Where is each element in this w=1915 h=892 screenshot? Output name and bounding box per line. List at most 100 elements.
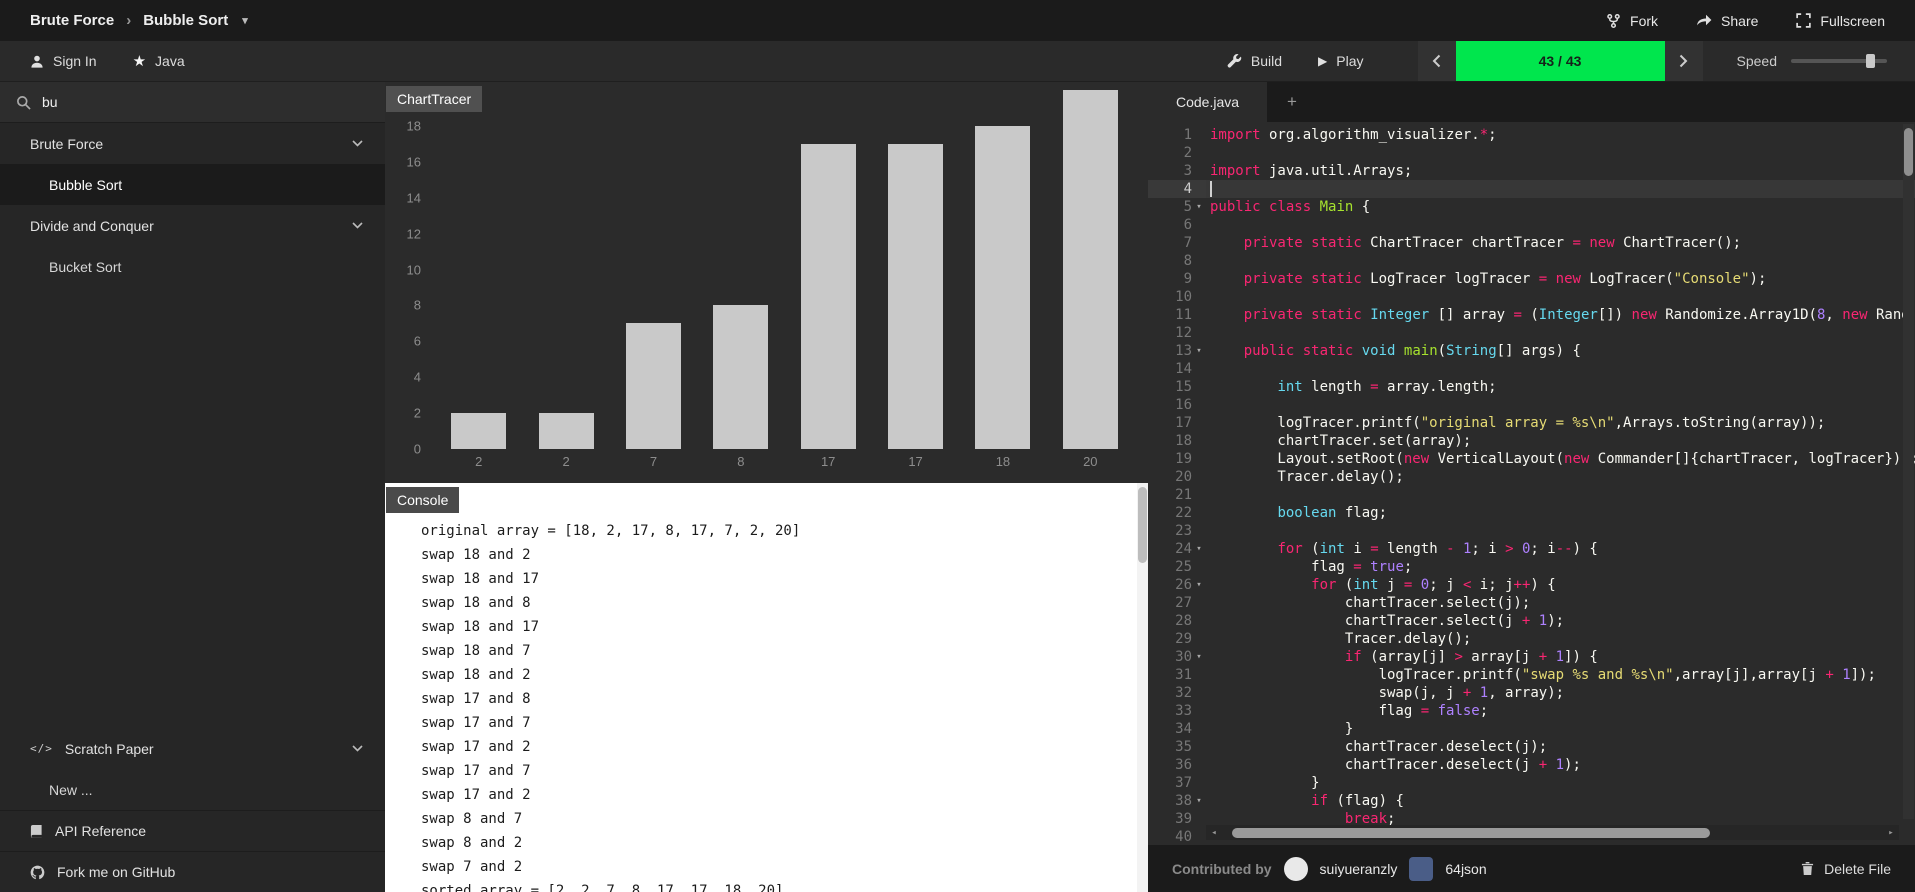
book-icon [30, 824, 43, 839]
play-icon: ▶ [1318, 54, 1328, 68]
angle-right-icon [1679, 54, 1688, 68]
breadcrumb-category[interactable]: Brute Force [30, 12, 114, 29]
chart-bar [1062, 90, 1118, 449]
chart-bar-column: 2 [538, 90, 594, 473]
code-horizontal-scrollbar-thumb[interactable] [1232, 827, 1710, 838]
code-line: flag = false; [1210, 703, 1489, 719]
code-line: private static LogTracer logTracer = new… [1243, 271, 1767, 287]
fold-caret-icon[interactable]: ▾ [1192, 576, 1206, 594]
contributor-name[interactable]: 64json [1445, 861, 1486, 877]
speed-slider-thumb[interactable] [1865, 54, 1875, 68]
code-line: int length = array.length; [1277, 379, 1497, 395]
console-scrollbar[interactable] [1137, 483, 1148, 892]
sidebar-item-bucket-sort[interactable]: Bucket Sort [0, 246, 385, 287]
play-label: Play [1336, 53, 1364, 69]
fold-caret-icon[interactable]: ▾ [1192, 792, 1206, 810]
contributor-avatar[interactable] [1283, 856, 1308, 881]
star-icon: ★ [132, 52, 147, 70]
build-button[interactable]: Build [1209, 41, 1300, 81]
sidebar-item-api-reference[interactable]: API Reference [0, 810, 385, 851]
contributor-avatar[interactable] [1409, 856, 1434, 881]
console-line: swap 17 and 2 [421, 787, 531, 803]
contributor-name[interactable]: suiyueranzly [1320, 861, 1398, 877]
fold-caret-icon[interactable]: ▾ [1192, 540, 1206, 558]
breadcrumb-algorithm[interactable]: Bubble Sort [143, 12, 228, 29]
code-horizontal-scrollbar-track[interactable] [1222, 826, 1883, 840]
step-forward-button[interactable] [1664, 41, 1703, 81]
code-line: chartTracer.set(array); [1210, 433, 1472, 449]
code-vertical-scrollbar-thumb[interactable] [1904, 128, 1913, 176]
progress-bar[interactable]: 43 / 43 [1455, 41, 1665, 81]
search-input[interactable] [42, 94, 342, 110]
chart-bar-column: 7 [625, 90, 681, 473]
code-line: } [1210, 721, 1354, 737]
code-vertical-scrollbar[interactable] [1903, 124, 1914, 819]
sidebar-item-fork-me-on-github[interactable]: Fork me on GitHub [0, 851, 385, 892]
code-line: public static void main(String[] args) { [1243, 343, 1581, 359]
sidebar-item-scratch-paper[interactable]: </> Scratch Paper [0, 728, 385, 769]
scroll-right-arrow-icon[interactable]: ▸ [1883, 824, 1899, 842]
progress-controls: 43 / 43 [1417, 41, 1703, 81]
share-button[interactable]: Share [1696, 13, 1758, 29]
sidebar-item-divide-and-conquer[interactable]: Divide and Conquer [0, 205, 385, 246]
trash-icon [1801, 861, 1814, 876]
code-horizontal-scrollbar[interactable]: ◂ ▸ [1206, 825, 1899, 840]
chart-x-label: 17 [820, 454, 836, 469]
gutter-line-number: 33 [1175, 703, 1192, 719]
console-line: swap 17 and 8 [421, 691, 531, 707]
sidebar-item-bubble-sort[interactable]: Bubble Sort [0, 164, 385, 205]
fold-caret-icon[interactable]: ▾ [1192, 648, 1206, 666]
gutter-line-number: 5 ▾ [1148, 198, 1206, 216]
fork-button[interactable]: Fork [1606, 13, 1658, 29]
gutter-line-number: 23 [1175, 523, 1192, 539]
chart-bar [800, 143, 856, 449]
delete-file-label: Delete File [1824, 860, 1891, 877]
gutter-line-number: 7 [1183, 235, 1192, 251]
gutter-line-number: 37 [1175, 775, 1192, 791]
build-label: Build [1250, 53, 1283, 69]
sign-in-button[interactable]: Sign In [12, 41, 115, 81]
sign-in-label: Sign In [53, 53, 97, 69]
console-scrollbar-thumb[interactable] [1138, 487, 1147, 563]
contributed-by-label: Contributed by [1172, 860, 1272, 877]
fold-caret-icon[interactable]: ▾ [1192, 342, 1206, 360]
sidebar-item-label: Bubble Sort [49, 176, 123, 193]
scroll-left-arrow-icon[interactable]: ◂ [1206, 824, 1222, 842]
chart-bar-column: 17 [800, 90, 856, 473]
chart-bar-column: 18 [975, 90, 1031, 473]
fold-caret-icon[interactable]: ▾ [1192, 198, 1206, 216]
code-line: if (array[j] > array[j + 1]) { [1344, 649, 1598, 665]
chart-y-tick: 14 [406, 190, 421, 206]
code-line: swap(j, j + 1, array); [1210, 685, 1565, 701]
delete-file-button[interactable]: Delete File [1801, 861, 1891, 877]
language-selector[interactable]: ★ Java [115, 41, 203, 81]
sidebar-item-brute-force[interactable]: Brute Force [0, 123, 385, 164]
main-area: Brute Force Bubble Sort Divide and Conqu… [0, 82, 1915, 892]
gutter-line-number: 13 ▾ [1148, 342, 1206, 360]
tab-code-java[interactable]: Code.java [1148, 82, 1268, 122]
chart-x-label: 20 [1083, 454, 1098, 469]
sidebar-item-label: API Reference [55, 823, 147, 839]
code-line [1206, 180, 1915, 198]
gutter-line-number: 39 [1175, 811, 1192, 827]
code-editor[interactable]: 1 2 3 4 5 ▾ 6 7 8 9 10 11 12 13 ▾ 14 15 16 17 18 19 20 21 22 23 2… [1148, 122, 1915, 845]
console-line: swap 17 and 2 [421, 739, 531, 755]
sidebar-item-label: New ... [49, 781, 93, 798]
play-button[interactable]: ▶ Play [1300, 41, 1381, 81]
progress-text: 43 / 43 [1538, 53, 1582, 69]
console-line: swap 18 and 17 [421, 571, 540, 587]
gutter-line-number: 28 [1175, 613, 1192, 629]
step-backward-button[interactable] [1417, 41, 1456, 81]
chevron-down-icon [352, 222, 363, 229]
fullscreen-button[interactable]: Fullscreen [1796, 13, 1885, 29]
add-tab-button[interactable]: + [1267, 82, 1317, 122]
sidebar-item-new-file[interactable]: New ... [0, 769, 385, 810]
gutter-line-number: 4 [1148, 180, 1206, 198]
code-line: Layout.setRoot(new VerticalLayout(new Co… [1210, 451, 1915, 467]
toolbar: Sign In ★ Java Build ▶ Play 43 / 43 Spee… [0, 41, 1915, 82]
speed-slider[interactable] [1791, 54, 1887, 68]
sidebar-item-label: Brute Force [30, 135, 104, 152]
